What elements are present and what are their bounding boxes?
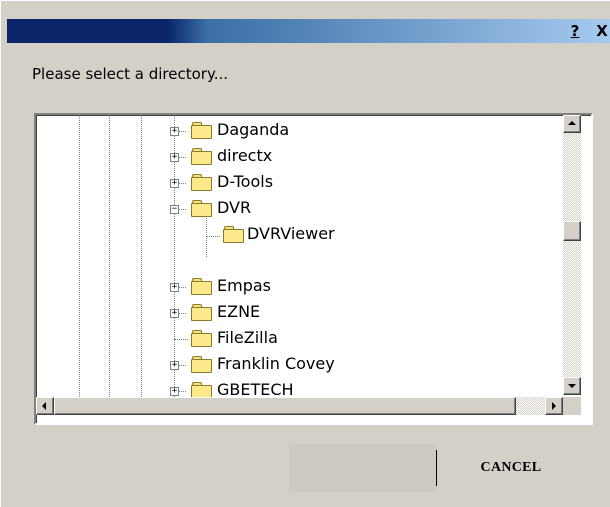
tree-item-label: directx xyxy=(217,146,273,165)
tree-item-label: Empas xyxy=(217,276,271,295)
tree-item-label: D-Tools xyxy=(217,172,274,191)
expand-toggle[interactable]: + xyxy=(170,179,179,188)
expand-toggle[interactable]: + xyxy=(170,361,179,370)
help-button[interactable]: ? xyxy=(566,22,584,40)
ok-button[interactable] xyxy=(289,444,437,492)
arrow-right-icon xyxy=(552,402,556,410)
close-button[interactable]: X xyxy=(593,22,610,40)
cancel-button[interactable]: CANCEL xyxy=(438,444,584,492)
tree-item-label: DVRViewer xyxy=(247,224,335,243)
collapse-toggle[interactable]: − xyxy=(170,205,179,214)
folder-icon xyxy=(191,304,212,321)
scroll-up-button[interactable] xyxy=(563,115,581,133)
expand-toggle[interactable]: + xyxy=(170,127,179,136)
folder-icon xyxy=(191,330,212,347)
title-bar[interactable]: ? X xyxy=(7,19,610,43)
arrow-up-icon xyxy=(568,121,576,125)
folder-icon xyxy=(191,200,212,217)
tree-item-label: Franklin Covey xyxy=(217,354,335,373)
folder-icon xyxy=(191,382,212,399)
tree-item-label: DVR xyxy=(217,198,252,217)
arrow-down-icon xyxy=(568,384,576,388)
folder-icon xyxy=(191,148,212,165)
expand-toggle[interactable]: + xyxy=(170,309,179,318)
expand-toggle[interactable]: + xyxy=(170,387,179,396)
folder-icon xyxy=(191,278,212,295)
tree-guide-line xyxy=(141,115,142,415)
tree-connector-line xyxy=(174,339,188,340)
vertical-scrollbar[interactable] xyxy=(563,115,581,395)
folder-icon xyxy=(223,226,244,243)
scroll-left-button[interactable] xyxy=(36,397,54,415)
expand-toggle[interactable]: + xyxy=(170,153,179,162)
horizontal-scrollbar[interactable] xyxy=(36,397,563,415)
scroll-down-button[interactable] xyxy=(563,377,581,395)
button-divider xyxy=(436,450,437,486)
select-directory-dialog: ? X Please select a directory... + Dagan… xyxy=(0,0,610,507)
tree-guide-line xyxy=(79,115,80,415)
arrow-left-icon xyxy=(42,402,46,410)
scroll-thumb-horizontal[interactable] xyxy=(54,397,516,415)
folder-icon xyxy=(191,122,212,139)
expand-toggle[interactable]: + xyxy=(170,283,179,292)
scrollbar-corner xyxy=(563,397,581,415)
tree-item-label: FileZilla xyxy=(217,328,278,347)
directory-tree[interactable]: + Daganda + directx + D-Tools − DVR DVRV… xyxy=(34,113,593,425)
prompt-text: Please select a directory... xyxy=(32,65,229,83)
scroll-right-button[interactable] xyxy=(545,397,563,415)
tree-item-label: Daganda xyxy=(217,120,290,139)
folder-icon xyxy=(191,356,212,373)
tree-guide-line xyxy=(109,115,110,415)
scroll-thumb[interactable] xyxy=(563,221,581,241)
tree-item-label: EZNE xyxy=(217,302,261,321)
tree-connector-line xyxy=(206,236,220,237)
folder-icon xyxy=(191,174,212,191)
